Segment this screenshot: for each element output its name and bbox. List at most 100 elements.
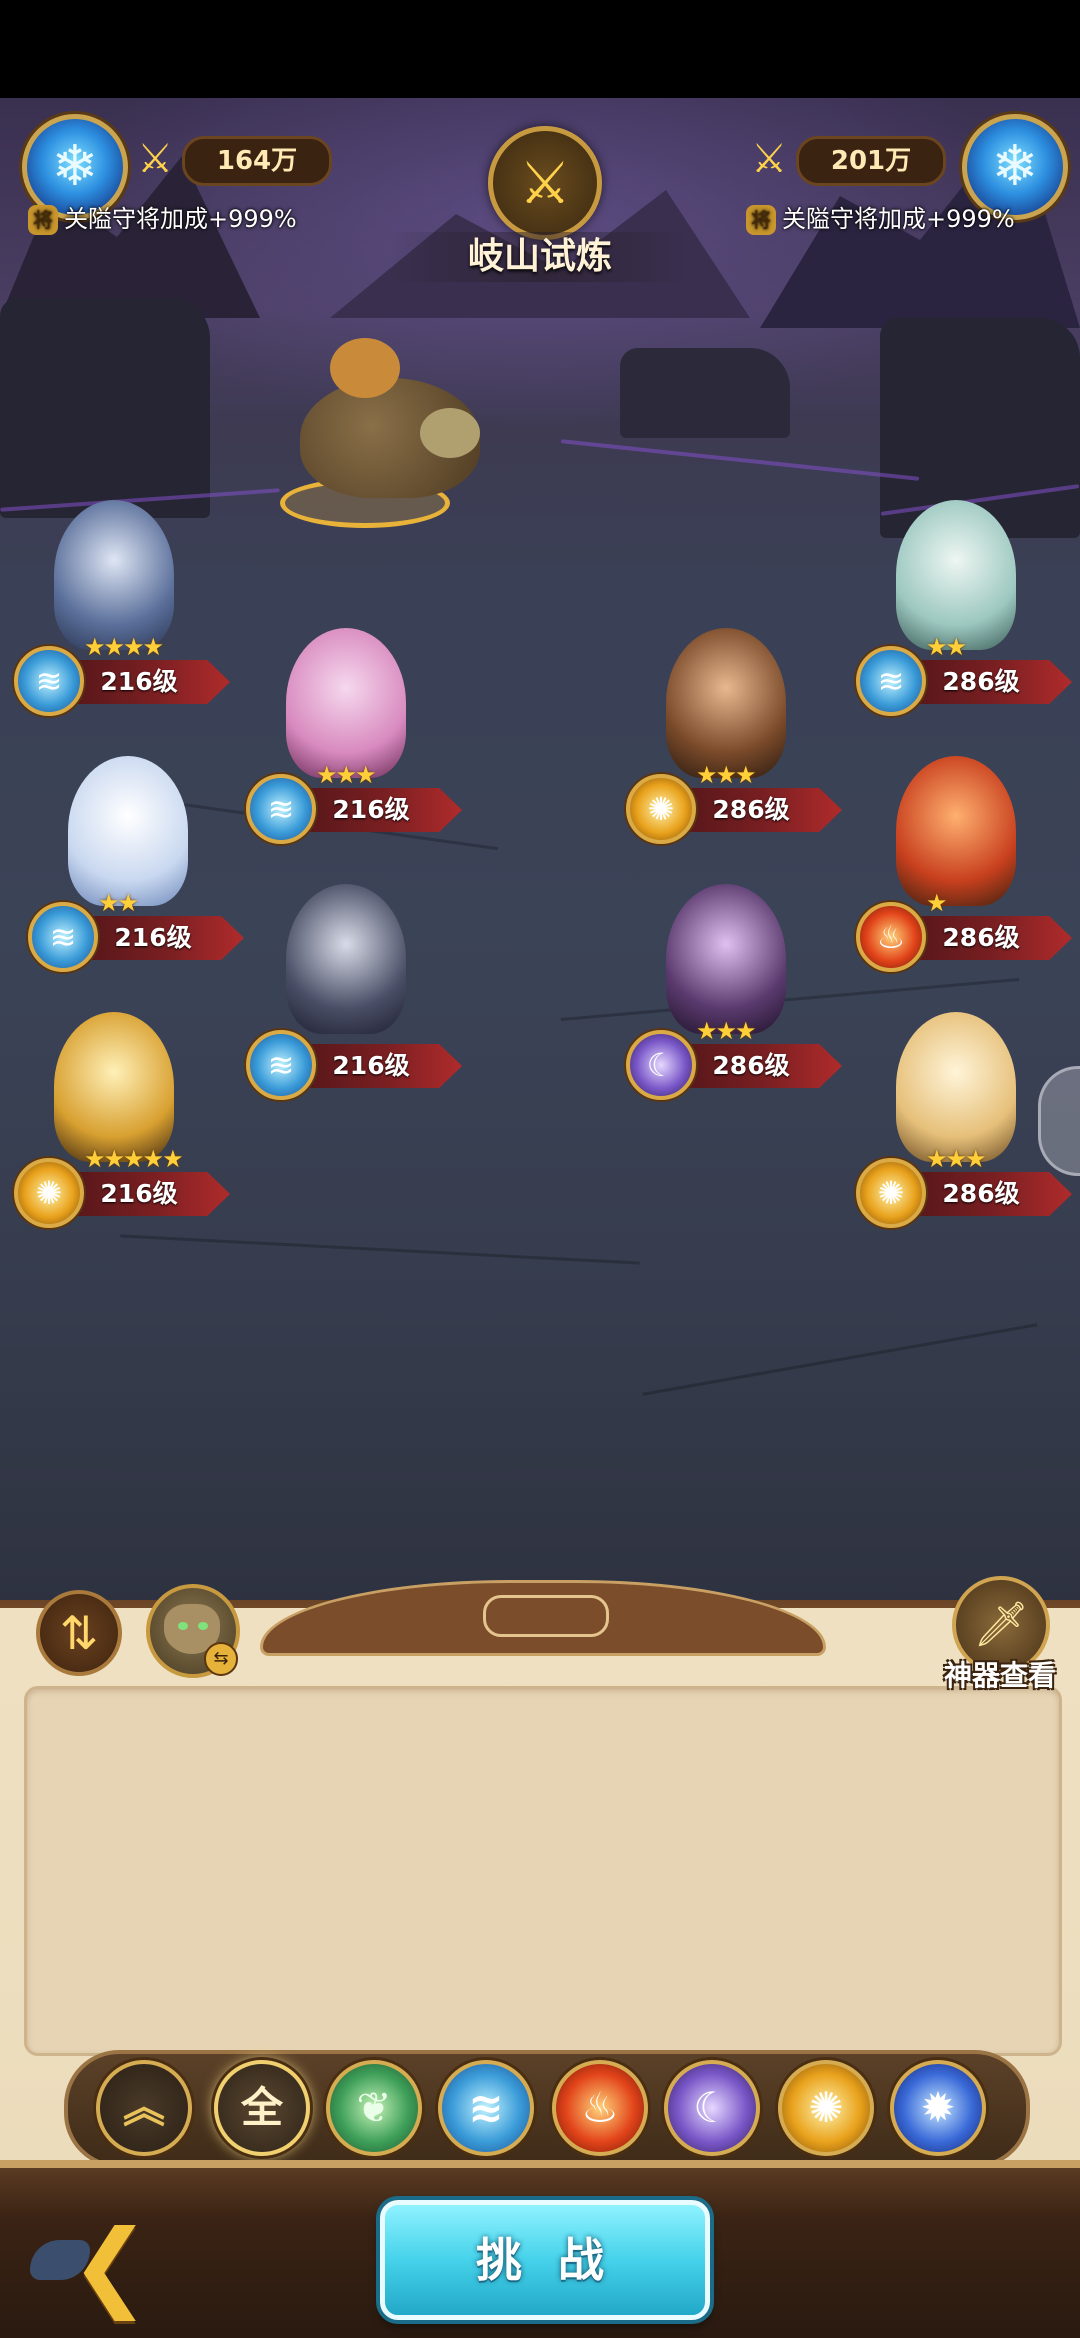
hero-sprite [896,756,1016,906]
hero-level: 286级 [942,1179,1020,1208]
player-power: 164万 [182,136,332,186]
hero-level: 216级 [100,667,178,696]
crossed-swords-icon: ⚔ [519,149,571,217]
star-rating: ★★★★ [84,633,164,661]
hero-sprite [896,1012,1016,1162]
fire-element-icon: ♨ [581,2083,619,2132]
vortex-element-icon: ✹ [920,2083,956,2132]
hero-level: 286级 [712,1051,790,1080]
hero-sprite [896,500,1016,650]
hero-level: 216级 [114,923,192,952]
hero-level: 216级 [332,1051,410,1080]
player-hero-2[interactable]: ★★★ 216级 ≋ [246,628,462,844]
hero-sprite [666,884,786,1034]
water-element-icon: ≋ [246,1030,316,1100]
hero-level: 216级 [332,795,410,824]
filter-all-button[interactable]: 全 [214,2060,310,2156]
sun-element-icon: ✺ [14,1158,84,1228]
chevron-up-icon: ︽ [122,2083,165,2132]
star-rating: ★★★ [926,1145,987,1173]
filter-sun-button[interactable]: ✺ [778,2060,874,2156]
hero-sprite [286,628,406,778]
enemy-bonus: 将关隘守将加成+999% [746,202,1015,236]
star-rating: ★★★★★ [84,1145,184,1173]
hero-level: 286级 [942,923,1020,952]
snowflake-crystal-icon: ❄ [991,134,1039,199]
swap-arrows-icon: ⇅ [59,1606,99,1660]
pet-head [420,408,480,458]
glow-crack [560,439,920,481]
star-rating: ★★★ [316,761,377,789]
hero-level: 286级 [712,795,790,824]
enemy-hero-4[interactable]: ★★★ 286级 ☾ [626,884,842,1100]
filter-moon-button[interactable]: ☾ [664,2060,760,2156]
sun-element-icon: ✺ [626,774,696,844]
pet-mushroom [330,338,400,398]
crossed-swords-icon: ⚔ [751,136,787,182]
star-rating: ★★ [98,889,139,917]
filter-water-button[interactable]: ≋ [438,2060,534,2156]
player-hero-4[interactable]: 216级 ≋ [246,884,462,1100]
player-hero-5[interactable]: ★★★★★ 216级 ✺ [14,1012,230,1228]
water-element-icon: ≋ [856,646,926,716]
pet-swap-badge-icon[interactable]: ⇆ [204,1642,238,1676]
hero-roster-area[interactable] [24,1686,1062,2056]
player-bonus: 将关隘守将加成+999% [28,202,297,236]
battle-emblem: ⚔ [488,126,602,240]
challenge-button[interactable]: 挑 战 [380,2200,710,2320]
back-button[interactable]: ❮ [30,2210,210,2320]
floor-crack [642,1323,1038,1396]
pet-eye [178,1622,188,1630]
pet-eye [198,1622,208,1630]
enemy-power: 201万 [796,136,946,186]
hero-sprite [666,628,786,778]
water-element-icon: ≋ [14,646,84,716]
stage-title: 岐山试炼 [390,232,690,282]
filter-fire-button[interactable]: ♨ [552,2060,648,2156]
snowflake-crystal-icon: ❄ [51,134,99,199]
water-element-icon: ≋ [246,774,316,844]
ornament-swirl [483,1595,609,1637]
enemy-hero-2[interactable]: ★★★ 286级 ✺ [626,628,842,844]
moon-element-icon: ☾ [626,1030,696,1100]
star-rating: ★★★ [696,761,757,789]
fire-element-icon: ♨ [856,902,926,972]
player-bonus-text: 关隘守将加成+999% [64,205,297,233]
water-element-icon: ≋ [28,902,98,972]
general-icon: 将 [746,205,776,235]
enemy-bonus-text: 关隘守将加成+999% [782,205,1015,233]
floor-crack [120,1234,640,1265]
status-bar [0,0,1080,98]
moon-element-icon: ☾ [693,2083,731,2132]
filter-vortex-button[interactable]: ✹ [890,2060,986,2156]
star-rating: ★★ [926,633,967,661]
element-filter-bar [64,2050,1030,2168]
rank-up-filter-button[interactable]: ︽ [96,2060,192,2156]
filter-wood-button[interactable]: ❦ [326,2060,422,2156]
hero-sprite [54,500,174,650]
hero-sprite [68,756,188,906]
hero-sprite [54,1012,174,1162]
back-arrow-icon: ❮ [70,2209,151,2321]
star-rating: ★ [926,889,947,917]
swap-button[interactable]: ⇅ [36,1590,122,1676]
general-icon: 将 [28,205,58,235]
rock [0,298,210,518]
leaf-element-icon: ❦ [356,2083,392,2132]
player-hero-3[interactable]: ★★ 216级 ≋ [28,756,244,972]
enemy-hero-5[interactable]: ★★★ 286级 ✺ [856,1012,1072,1228]
artifact-label[interactable]: 神器查看 [930,1656,1070,1696]
enemy-hero-1[interactable]: ★★ 286级 ≋ [856,500,1072,716]
rock [620,348,790,438]
player-hero-1[interactable]: ★★★★ 216级 ≋ [14,500,230,716]
sun-element-icon: ✺ [856,1158,926,1228]
hero-sprite [286,884,406,1034]
water-element-icon: ≋ [468,2083,504,2132]
sword-artifact-icon: 🗡 [973,1599,1029,1650]
star-rating: ★★★ [696,1017,757,1045]
hero-level: 216级 [100,1179,178,1208]
sun-element-icon: ✺ [808,2083,844,2132]
hero-level: 286级 [942,667,1020,696]
crossed-swords-icon: ⚔ [137,136,173,182]
enemy-hero-3[interactable]: ★ 286级 ♨ [856,756,1072,972]
